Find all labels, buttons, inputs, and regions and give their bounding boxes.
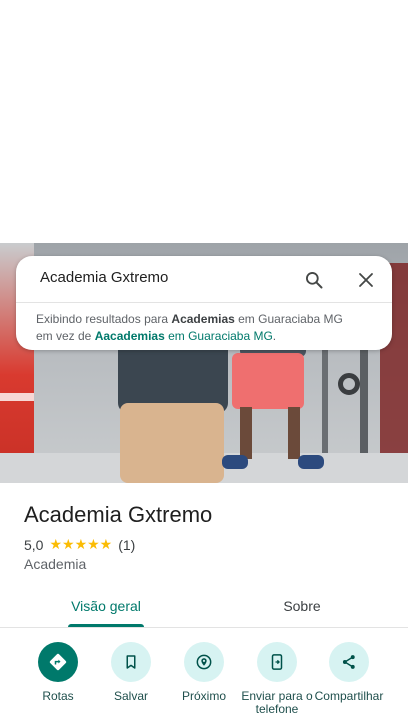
directions-circle	[38, 642, 78, 682]
photo-person	[288, 407, 300, 459]
photo-wall-stripe	[0, 393, 34, 401]
share-button[interactable]: Compartilhar	[311, 642, 387, 703]
review-count: (1)	[118, 536, 136, 553]
photo-weight-plate	[338, 373, 360, 395]
search-input[interactable]: Academia Gxtremo	[40, 269, 168, 286]
send-to-phone-button[interactable]: Enviar para o telefone	[239, 642, 315, 716]
send-to-phone-circle	[257, 642, 297, 682]
correction-prefix: Exibindo resultados para	[36, 312, 172, 326]
save-label: Salvar	[113, 689, 148, 703]
divider	[0, 627, 408, 628]
blank-top-area	[0, 0, 408, 243]
save-circle	[111, 642, 151, 682]
nearby-label: Próximo	[181, 689, 226, 703]
share-label: Compartilhar	[314, 689, 384, 703]
send-to-phone-icon	[271, 654, 283, 670]
rating-row[interactable]: 5,0 ★★★★★ (1)	[24, 536, 135, 553]
directions-button[interactable]: Rotas	[20, 642, 96, 703]
place-category[interactable]: Academia	[24, 556, 86, 572]
tab-bar: Visão geral Sobre	[0, 584, 408, 628]
search-card: Academia Gxtremo Exibindo resultados par…	[16, 256, 392, 350]
tab-about[interactable]: Sobre	[232, 584, 372, 628]
rating-value: 5,0	[24, 536, 44, 553]
send-to-phone-label: Enviar para o telefone	[241, 689, 313, 716]
tab-overview[interactable]: Visão geral	[36, 584, 176, 628]
corrected-term: Academias	[171, 312, 235, 326]
search-button[interactable]	[300, 266, 328, 294]
original-term: Aacademias	[94, 329, 165, 343]
save-button[interactable]: Salvar	[93, 642, 169, 703]
place-name: Academia Gxtremo	[24, 502, 213, 527]
directions-icon	[49, 653, 67, 671]
search-bar[interactable]: Academia Gxtremo	[16, 256, 392, 302]
share-icon	[342, 655, 355, 669]
share-circle	[329, 642, 369, 682]
nearby-button[interactable]: Próximo	[166, 642, 242, 703]
corrected-location: em Guaraciaba MG	[234, 312, 343, 326]
photo-person	[232, 353, 304, 409]
bookmark-icon	[126, 655, 136, 669]
original-prefix: em vez de	[36, 329, 95, 343]
star-rating-icon: ★★★★★	[49, 536, 113, 552]
photo-person	[120, 403, 224, 483]
search-correction-message: Exibindo resultados para Academias em Gu…	[36, 311, 376, 345]
search-original-link[interactable]: Aacademias em Guaraciaba MG	[95, 329, 273, 343]
directions-label: Rotas	[42, 689, 74, 703]
original-location: em Guaraciaba MG	[164, 329, 273, 343]
close-icon	[359, 273, 373, 287]
photo-person	[298, 455, 324, 469]
divider	[16, 302, 392, 303]
close-button[interactable]	[352, 266, 380, 294]
photo-person	[240, 407, 252, 459]
nearby-circle	[184, 642, 224, 682]
search-icon	[306, 272, 323, 289]
photo-person	[222, 455, 248, 469]
correction-suffix: .	[272, 329, 277, 343]
nearby-icon	[196, 654, 212, 670]
